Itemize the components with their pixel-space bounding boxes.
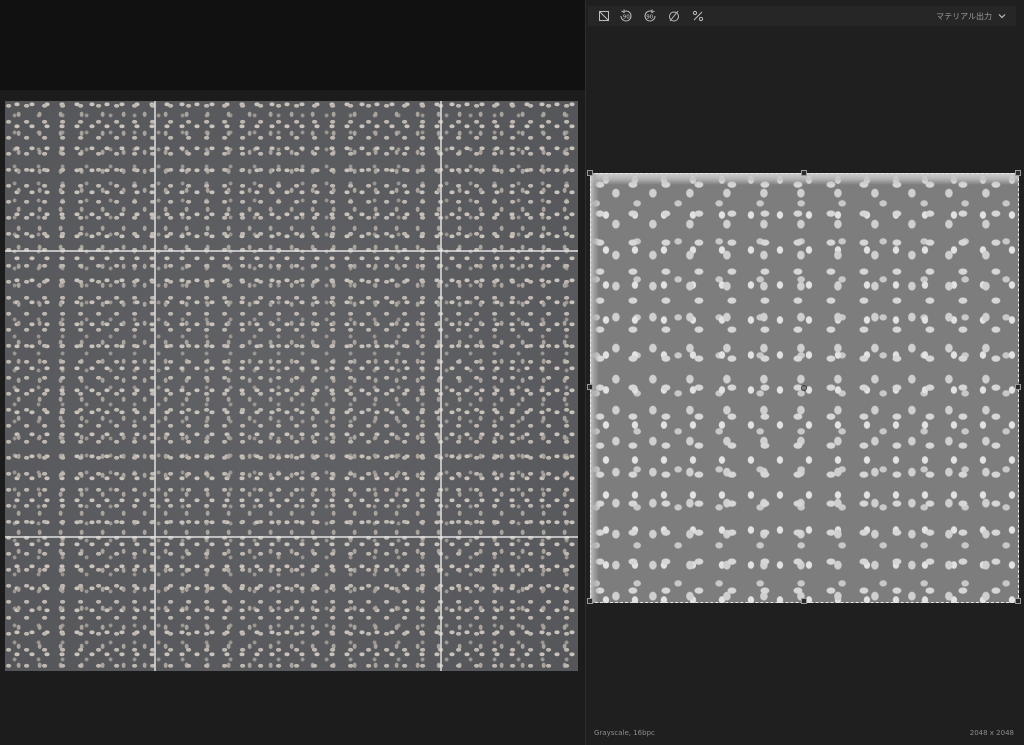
rotate-cw-90-icon: 90 <box>644 9 656 22</box>
reset-rotation-icon <box>669 10 679 22</box>
reset-rotation-button[interactable] <box>664 6 684 26</box>
image-format-status: Grayscale, 16bpc <box>594 729 655 737</box>
resize-handle-top[interactable] <box>801 170 807 176</box>
resize-handle-top-right[interactable] <box>1015 170 1021 176</box>
tiled-preview-viewport[interactable] <box>0 0 585 745</box>
app-window: 90 90 マテリアル出力 Grayscale, 16bpc 2048 x 20… <box>0 0 1024 745</box>
random-seed-button[interactable] <box>688 6 708 26</box>
texture-canvas[interactable] <box>587 170 1021 604</box>
resize-handle-left[interactable] <box>587 384 593 390</box>
texture-2d-view[interactable]: 90 90 マテリアル出力 Grayscale, 16bpc 2048 x 20… <box>586 0 1024 745</box>
resize-handle-right[interactable] <box>1015 384 1021 390</box>
tile-seam <box>154 101 156 671</box>
output-select[interactable]: マテリアル出力 <box>936 8 1006 24</box>
rotate-ccw-90-icon: 90 <box>620 9 632 22</box>
fit-crop-icon <box>599 11 609 21</box>
output-select-label: マテリアル出力 <box>936 11 992 21</box>
svg-text:90: 90 <box>623 15 630 21</box>
view-toolbar: 90 90 マテリアル出力 <box>586 0 1024 30</box>
resize-handle-bottom-left[interactable] <box>587 598 593 604</box>
image-resolution-status: 2048 x 2048 <box>969 729 1014 737</box>
rotate-ccw-90-button[interactable]: 90 <box>616 6 636 26</box>
tile-seam <box>5 250 578 252</box>
resize-handle-top-left[interactable] <box>587 170 593 176</box>
svg-text:90: 90 <box>646 15 653 21</box>
tile-seam <box>5 536 578 538</box>
center-pivot[interactable] <box>801 385 807 391</box>
random-seed-icon <box>692 10 704 22</box>
toolbar-bar: 90 90 マテリアル出力 <box>588 6 1016 26</box>
resize-handle-bottom[interactable] <box>801 598 807 604</box>
tiled-texture-preview <box>5 101 578 671</box>
resize-handle-bottom-right[interactable] <box>1015 598 1021 604</box>
rotate-cw-90-button[interactable]: 90 <box>640 6 660 26</box>
fit-crop-button[interactable] <box>594 6 614 26</box>
chevron-down-icon <box>998 14 1006 19</box>
tile-seam <box>440 101 442 671</box>
